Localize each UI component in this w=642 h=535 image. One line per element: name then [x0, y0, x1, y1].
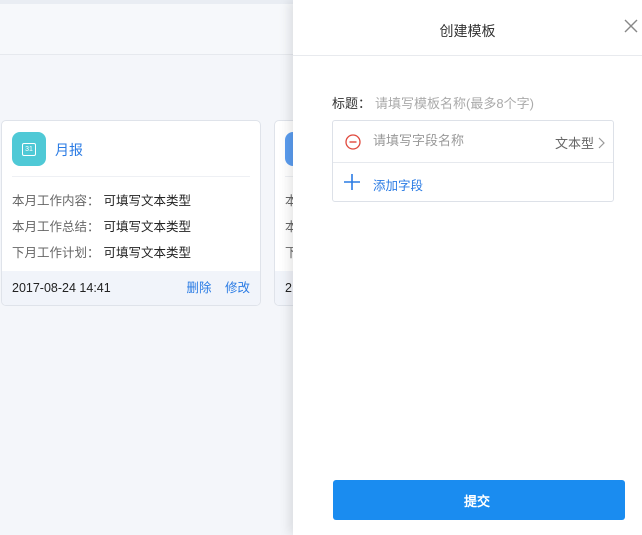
submit-label: 提交: [463, 493, 490, 509]
field-label: 本月工作内容：: [12, 194, 100, 208]
field-value: 可填写文本类型: [103, 220, 192, 234]
template-title-input[interactable]: [375, 96, 576, 111]
template-card-monthly-report[interactable]: 31 月报 本月工作内容： 可填写文本类型 本月工作总结： 可填写文本类型 下月工作…: [1, 120, 261, 306]
card-timestamp: 2017-08-24 14:41: [12, 281, 111, 295]
add-field-label: 添加字段: [373, 179, 424, 193]
title-label: 标题：: [332, 96, 372, 111]
plus-icon: [343, 173, 361, 191]
field-type-label: 文本型: [554, 136, 594, 151]
delete-link[interactable]: 删除: [186, 281, 211, 295]
field-label: 下月工作计划：: [12, 246, 100, 260]
card-fields: 本月工作内容： 可填写文本类型 本月工作总结： 可填写文本类型 下月工作计划： 可填写…: [2, 177, 260, 266]
title-row: 标题：: [332, 93, 576, 112]
field-value: 可填写文本类型: [103, 246, 192, 260]
calendar-icon: 31: [12, 132, 46, 166]
drawer-title: 创建模板: [439, 23, 496, 39]
field-row: 文本型: [333, 121, 613, 163]
remove-field-icon[interactable]: [345, 134, 361, 150]
card-timestamp: 2: [285, 281, 292, 295]
card-footer: 2017-08-24 14:41 删除 修改: [2, 271, 260, 305]
field-type-select[interactable]: 文本型: [555, 133, 605, 152]
field-value: 可填写文本类型: [103, 194, 192, 208]
card-field: 本月工作总结： 可填写文本类型: [12, 214, 250, 240]
card-header: 31 月报: [12, 121, 250, 177]
drawer-header: 创建模板: [293, 0, 642, 56]
card-title: 月报: [55, 142, 83, 158]
create-template-drawer: 创建模板 标题： 文本型 添加字段 提交: [293, 0, 642, 535]
card-field: 下月工作计划： 可填写文本类型: [12, 240, 250, 266]
add-field-button[interactable]: 添加字段: [333, 162, 613, 202]
field-name-input[interactable]: [373, 133, 523, 148]
edit-link[interactable]: 修改: [225, 281, 250, 295]
card-actions: 删除 修改: [176, 271, 250, 305]
close-icon[interactable]: [620, 15, 642, 37]
submit-button[interactable]: 提交: [333, 480, 625, 520]
fields-box: 文本型 添加字段: [332, 120, 614, 202]
card-field: 本月工作内容： 可填写文本类型: [12, 188, 250, 214]
chevron-right-icon: [598, 137, 605, 152]
field-label: 本月工作总结：: [12, 220, 100, 234]
